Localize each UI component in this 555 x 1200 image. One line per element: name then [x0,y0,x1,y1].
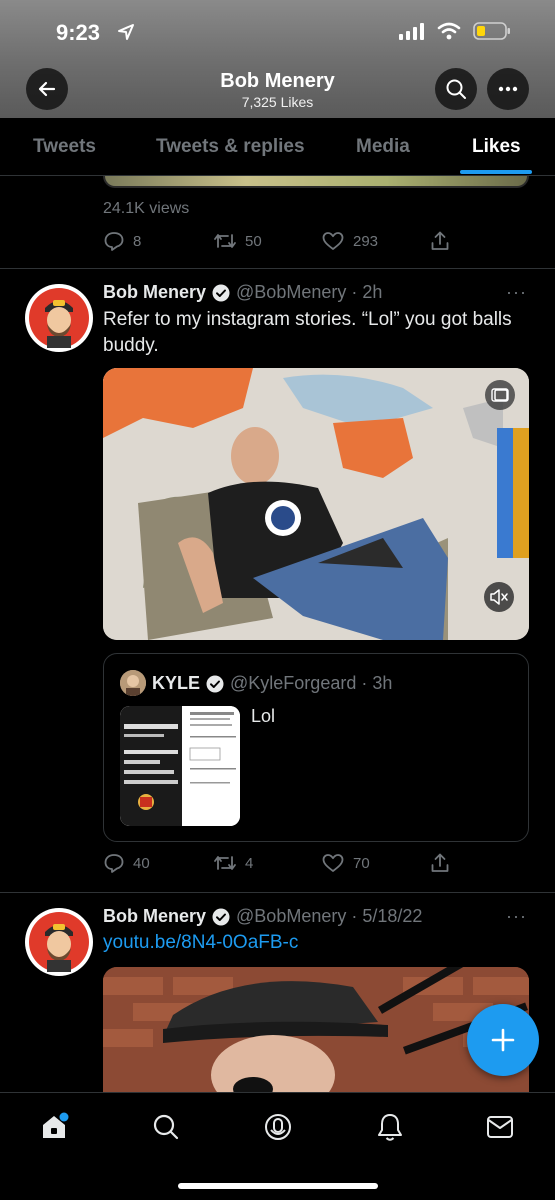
more-horizontal-icon [498,86,518,92]
nav-messages[interactable] [484,1111,516,1143]
tab-media[interactable]: Media [356,136,410,158]
avatar-image [29,912,89,972]
tab-likes[interactable]: Likes [472,136,521,158]
media-image [103,967,529,1097]
tweet-divider [0,892,555,893]
tweet-header: Bob Menery @BobMenery · 2h [103,282,382,303]
share-button[interactable] [429,852,451,874]
like-button[interactable]: 293 [321,230,378,252]
search-button[interactable] [435,68,477,110]
wifi-icon [437,22,461,40]
quoted-tweet[interactable]: KYLE @KyleForgeard · 3h Lol [103,653,529,842]
video-frame [103,368,529,640]
share-icon [431,231,449,250]
avatar[interactable] [25,284,93,352]
avatar[interactable] [25,908,93,976]
tweet-divider [0,268,555,269]
retweet-count: 4 [245,854,254,872]
profile-tabs: Tweets Tweets & replies Media Likes [0,118,555,176]
retweet-count: 50 [245,232,262,250]
active-tab-indicator [460,170,532,174]
nav-home[interactable] [38,1111,70,1143]
nav-search[interactable] [150,1111,182,1143]
quoted-media-thumbnail [120,706,240,826]
retweet-icon [214,234,236,248]
quoted-avatar-image [120,670,146,696]
compose-tweet-button[interactable] [467,1004,539,1076]
reply-count: 8 [133,232,142,250]
status-time: 9:23 [56,20,101,45]
tweet-video[interactable] [103,368,529,640]
verified-icon [206,675,224,692]
home-icon [43,1112,69,1138]
reply-button[interactable]: 8 [103,230,141,252]
reply-button[interactable]: 40 [103,852,150,874]
like-count: 70 [353,854,370,872]
quoted-tweet-text: Lol [251,706,276,726]
quoted-header: KYLE @KyleForgeard · 3h [152,673,392,694]
like-count: 293 [353,232,379,250]
quoted-media-image [120,706,240,826]
previous-tweet-actions: 8 50 293 [103,230,463,254]
messages-icon [487,1116,513,1138]
location-arrow-icon [118,24,134,40]
previous-tweet-media[interactable] [103,176,529,188]
tweet-more-button[interactable]: ··· [506,282,527,303]
search-icon [446,79,466,99]
author-name[interactable]: Bob Menery [103,906,206,927]
profile-header: 9:23 Bob Menery 7,325 Likes [0,0,555,118]
tab-tweets[interactable]: Tweets [33,136,96,158]
battery-icon [473,22,510,40]
retweet-icon [214,856,236,870]
heart-icon [322,232,344,250]
nav-spaces[interactable] [262,1111,294,1143]
reply-count: 40 [133,854,150,872]
view-count: 24.1K views [103,200,190,217]
spaces-icon [265,1114,291,1140]
heart-icon [322,854,344,872]
avatar-image [29,288,89,348]
tweet-link[interactable]: youtu.be/8N4-0OaFB-c [103,932,298,954]
captions-icon[interactable] [490,385,510,405]
search-icon [153,1114,179,1140]
author-handle: @BobMenery · 5/18/22 [236,906,423,926]
more-options-button[interactable] [487,68,529,110]
tweet-header: Bob Menery @BobMenery · 5/18/22 [103,906,422,927]
notifications-icon [378,1114,402,1141]
author-handle: @BobMenery · 2h [236,282,383,302]
retweet-button[interactable]: 50 [213,230,262,252]
plus-icon [491,1028,515,1052]
tweet-text: Refer to my instagram stories. “Lol” you… [103,309,512,356]
tab-tweets-replies[interactable]: Tweets & replies [156,136,305,158]
tweet-media[interactable] [103,967,529,1097]
verified-icon [212,908,230,925]
author-name[interactable]: Bob Menery [103,282,206,303]
quoted-author-name: KYLE [152,673,201,693]
signal-icon [399,23,424,40]
retweet-button[interactable]: 4 [213,852,253,874]
like-button[interactable]: 70 [321,852,370,874]
status-icons [399,22,511,40]
home-indicator [178,1183,378,1189]
reply-icon [104,854,124,873]
tweet-more-button[interactable]: ··· [506,906,527,927]
quoted-avatar [120,670,146,696]
quoted-author-handle: @KyleForgeard · 3h [230,673,393,693]
share-icon [431,853,449,872]
reply-icon [104,232,124,251]
verified-icon [212,284,230,301]
share-button[interactable] [429,230,451,252]
nav-notifications[interactable] [374,1111,406,1143]
mute-icon[interactable] [489,588,509,606]
tweet-actions: 40 4 70 [103,852,463,876]
